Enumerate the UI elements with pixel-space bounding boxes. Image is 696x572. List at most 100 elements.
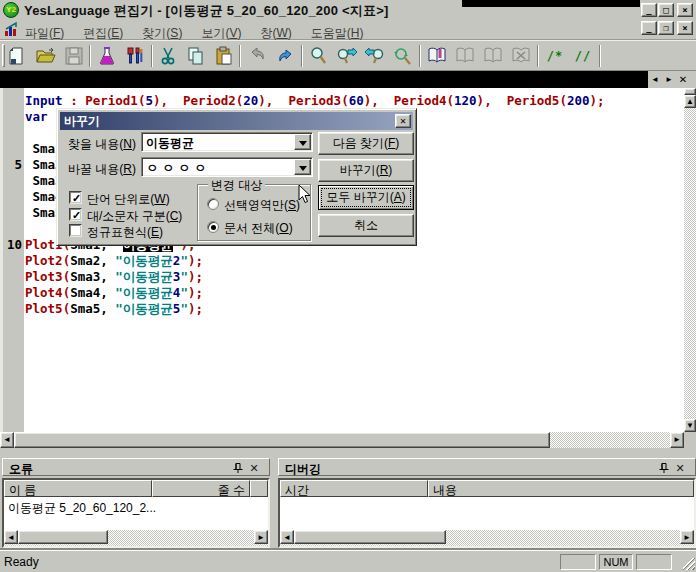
checkbox-box[interactable] — [69, 224, 82, 237]
toolbar: /* // — [0, 40, 696, 71]
scroll-up-button[interactable]: ▲ — [684, 95, 696, 108]
minimize-button[interactable]: _ — [641, 3, 657, 17]
column-header[interactable]: 내용 — [428, 480, 694, 497]
splitter-nub[interactable] — [684, 88, 696, 95]
replace-button[interactable] — [391, 44, 415, 68]
flask-icon — [97, 46, 117, 66]
book-next-button[interactable] — [481, 44, 505, 68]
checkbox-box[interactable]: ✓ — [69, 191, 82, 204]
error-row[interactable]: 이동평균 5_20_60_120_2... — [8, 500, 156, 517]
radio-button[interactable] — [207, 198, 219, 210]
book-prev-button[interactable] — [453, 44, 477, 68]
code-line: Plot4(Sma4, "이동평균4"); — [25, 285, 605, 301]
scroll-left-button[interactable]: ◄ — [4, 530, 18, 544]
editor-vertical-scrollbar[interactable]: ▲ ▼ — [684, 88, 696, 432]
errors-list[interactable]: 이 름줄 수 이동평균 5_20_60_120_2... ◄ ► — [2, 478, 270, 548]
scroll-thumb[interactable] — [18, 530, 108, 544]
line-number-gutter: 510 — [3, 88, 24, 432]
dialog-close-button[interactable]: ✕ — [395, 114, 411, 128]
checkbox-box[interactable]: ✓ — [69, 208, 82, 221]
comment-line-button[interactable]: // — [571, 44, 595, 68]
menu-bar: 파일(F)편집(E)찾기(S)보기(V)창(W)도움말(H) _ ❐ × — [0, 19, 696, 40]
tab-close-button[interactable]: ✕ — [676, 73, 690, 86]
mouse-cursor — [298, 184, 312, 206]
mdi-close-button[interactable]: × — [677, 21, 693, 35]
book-gray-icon — [454, 46, 476, 66]
verify-button[interactable] — [95, 44, 119, 68]
find-prev-button[interactable] — [363, 44, 387, 68]
debug-close-icon[interactable]: ✕ — [674, 462, 686, 474]
dialog-button[interactable]: 모두 바꾸기(A) — [318, 185, 414, 210]
pin-icon[interactable] — [657, 462, 669, 474]
debug-panel-title: 디버깅 — [285, 461, 321, 478]
column-header-stub — [250, 480, 268, 497]
undo-icon — [246, 46, 268, 66]
save-icon — [64, 46, 84, 66]
column-header[interactable]: 이 름 — [4, 480, 152, 497]
window-title: YesLanguage 편집기 - [이동평균 5_20_60_120_200 … — [24, 2, 389, 20]
build-tools-button[interactable] — [123, 44, 147, 68]
debug-panel: 디버깅 ✕ 시간내용 ◄ ► — [276, 455, 696, 548]
open-file-button[interactable] — [34, 44, 58, 68]
paste-button[interactable] — [212, 44, 236, 68]
debug-list[interactable]: 시간내용 ◄ ► — [278, 478, 696, 548]
scroll-right-button[interactable]: ► — [680, 530, 694, 544]
column-header[interactable]: 줄 수 — [152, 480, 250, 497]
new-file-button[interactable] — [6, 44, 30, 68]
errors-panel-titlebar: 오류 ✕ — [2, 458, 270, 476]
scroll-left-button[interactable]: ◄ — [0, 432, 14, 448]
redo-button[interactable] — [273, 44, 297, 68]
copy-button[interactable] — [184, 44, 208, 68]
radio-button[interactable] — [207, 221, 219, 233]
find-button[interactable] — [307, 44, 331, 68]
scroll-right-button[interactable]: ► — [254, 530, 268, 544]
replace-combobox[interactable]: ㅇㅇㅇㅇ — [141, 157, 313, 177]
dialog-button[interactable]: 취소 — [318, 214, 414, 237]
status-message: Ready — [4, 555, 39, 569]
save-button[interactable] — [62, 44, 86, 68]
scroll-down-button[interactable]: ▼ — [684, 419, 696, 432]
pin-icon[interactable] — [231, 462, 243, 474]
resize-grip[interactable] — [683, 558, 695, 570]
column-header[interactable]: 시간 — [280, 480, 428, 497]
scroll-thumb[interactable] — [294, 530, 446, 544]
code-line: Plot2(Sma2, "이동평균2"); — [25, 253, 605, 269]
scroll-right-button[interactable]: ► — [670, 432, 684, 448]
debug-panel-titlebar: 디버깅 ✕ — [278, 458, 696, 476]
book-close-button[interactable] — [509, 44, 533, 68]
find-next-button[interactable] — [335, 44, 359, 68]
errors-close-icon[interactable]: ✕ — [248, 462, 260, 474]
checkbox-label: 단어 단위로(W) — [87, 191, 170, 208]
code-line: Plot5(Sma5, "이동평균5"); — [25, 301, 605, 317]
cut-button[interactable] — [156, 44, 180, 68]
undo-button[interactable] — [245, 44, 269, 68]
dialog-button[interactable]: 바꾸기(R) — [318, 159, 414, 182]
scroll-thumb[interactable] — [14, 432, 550, 448]
status-cell — [636, 554, 672, 570]
book-close-icon — [510, 46, 532, 66]
new-file-icon — [8, 46, 28, 66]
find-dropdown-button[interactable] — [294, 134, 311, 150]
tab-scroll-right-button[interactable]: ► — [662, 73, 676, 86]
scroll-left-button[interactable]: ◄ — [280, 530, 294, 544]
mdi-restore-button[interactable]: ❐ — [658, 21, 674, 35]
open-folder-icon — [36, 46, 56, 66]
mdi-minimize-button[interactable]: _ — [641, 21, 657, 35]
replace-dropdown-button[interactable] — [294, 159, 311, 175]
close-button[interactable]: × — [677, 3, 693, 17]
editor-horizontal-scrollbar[interactable]: ◄ ► — [0, 432, 684, 448]
find-combobox[interactable]: 이동평균 — [141, 132, 313, 152]
dialog-title: 바꾸기 — [64, 114, 100, 128]
dialog-button[interactable]: 다음 찾기(F) — [318, 132, 414, 155]
replace-dialog: 바꾸기 ✕ 찾을 내용(N) 이동평균 바꿀 내용(R) ㅇㅇㅇㅇ ✓단어 단위… — [56, 108, 417, 246]
document-icon — [4, 21, 22, 37]
scissors-icon — [158, 46, 178, 66]
dialog-title-bar[interactable]: 바꾸기 ✕ — [60, 112, 413, 130]
help-book-button[interactable] — [425, 44, 449, 68]
scrollbar-corner — [684, 432, 696, 448]
tab-scroll-left-button[interactable]: ◄ — [648, 73, 662, 86]
title-bar: Y2 YesLanguage 편집기 - [이동평균 5_20_60_120_2… — [0, 0, 696, 19]
maximize-button[interactable]: □ — [658, 3, 674, 17]
comment-block-button[interactable]: /* — [543, 44, 567, 68]
code-line: Input : Period1(5), Period2(20), Period3… — [25, 93, 605, 109]
